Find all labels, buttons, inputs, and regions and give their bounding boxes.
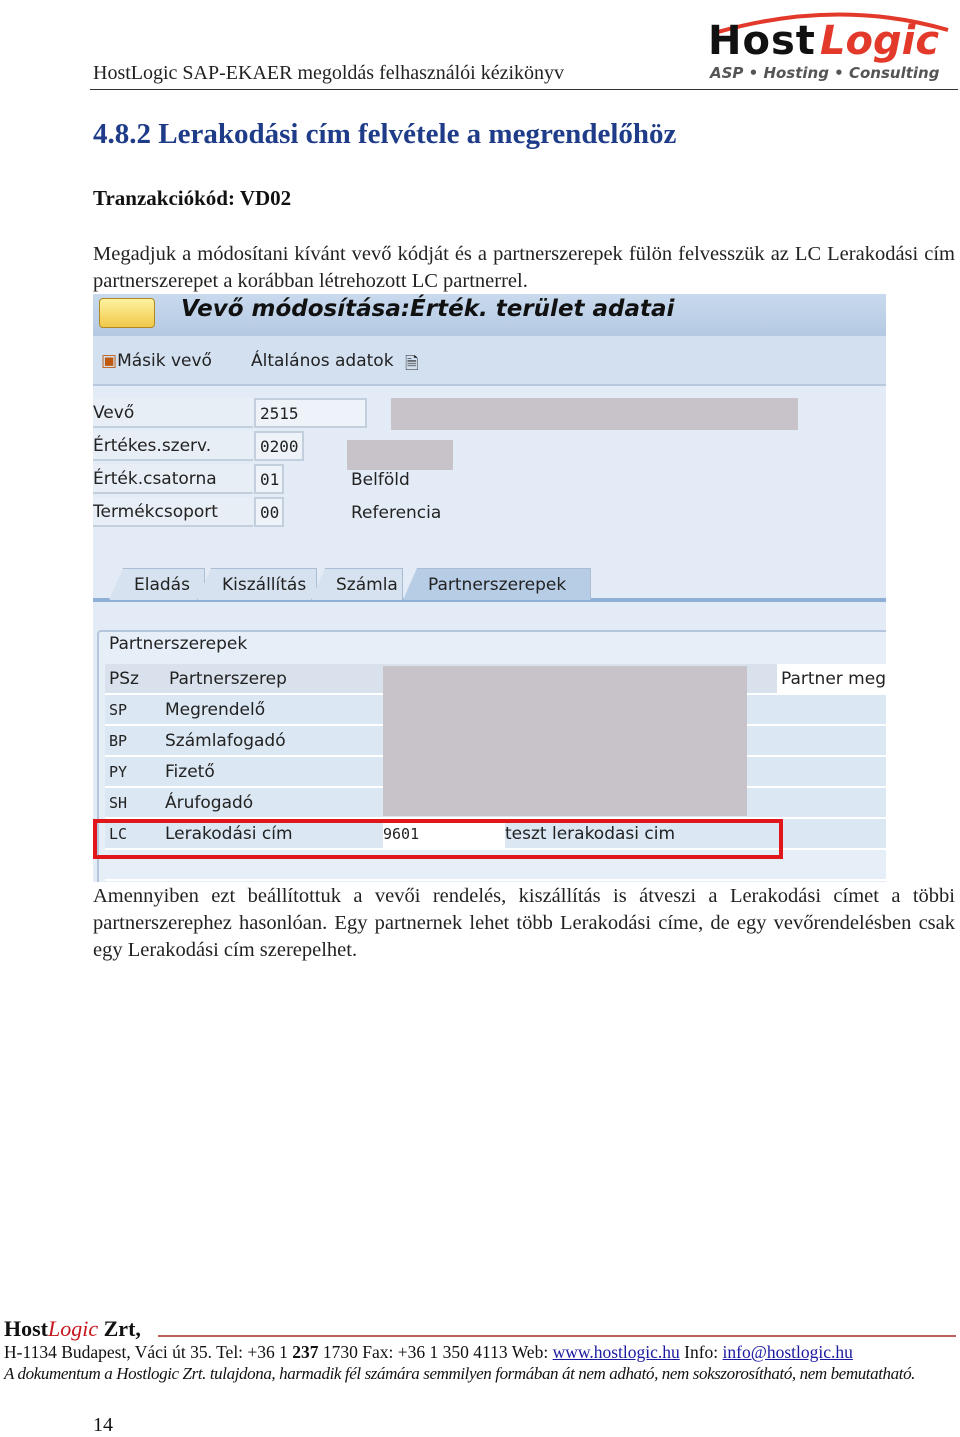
division-desc: Referencia	[351, 503, 442, 523]
sap-screen-title: Vevő módosítása:Érték. terület adatai	[181, 296, 675, 322]
field-label-division: Termékcsoport	[93, 497, 253, 527]
web-link[interactable]: www.hostlogic.hu	[553, 1342, 680, 1362]
hostlogic-logo: Host Logic ASP • Hosting • Consulting	[708, 4, 958, 86]
info-label: Info:	[679, 1342, 723, 1362]
col-header-role[interactable]: Partnerszerep	[169, 664, 287, 695]
cell-code: SP	[109, 701, 128, 719]
cell-code: BP	[109, 732, 128, 750]
redacted-sales-org	[347, 440, 453, 470]
field-label-customer: Vevő	[93, 398, 253, 428]
footer-notice: A dokumentum a Hostlogic Zrt. tulajdona,…	[4, 1364, 916, 1383]
field-label-sales-org: Értékes.szerv.	[93, 431, 253, 461]
address-part: H-1134 Budapest, Váci út 35. Tel: +36 1	[4, 1342, 293, 1362]
general-data-button[interactable]: Általános adatok	[251, 351, 394, 371]
company-host: Host	[4, 1316, 48, 1341]
other-customer-button[interactable]: ▣Másik vevő	[101, 351, 212, 371]
cell-code: SH	[109, 794, 128, 812]
cell-code: PY	[109, 763, 128, 781]
group-title: Partnerszerepek	[109, 634, 248, 654]
logo-logic: Logic	[820, 18, 940, 64]
logo-host: Host	[708, 18, 816, 64]
section-heading: 4.8.2 Lerakodási cím felvétele a megrend…	[93, 118, 677, 150]
intro-paragraph: Megadjuk a módosítani kívánt vevő kódját…	[93, 243, 955, 292]
redacted-partners	[383, 666, 747, 816]
sap-screenshot: Vevő módosítása:Érték. terület adatai ▣M…	[93, 294, 886, 882]
footer-address: H-1134 Budapest, Váci út 35. Tel: +36 1 …	[4, 1342, 853, 1363]
page-number: 14	[93, 1414, 113, 1436]
redacted-name	[391, 398, 798, 430]
col-header-psz[interactable]: PSz	[109, 664, 139, 695]
system-menu-icon	[99, 298, 155, 328]
sales-org-field[interactable]: 0200	[254, 431, 304, 461]
company-logic: Logic	[48, 1316, 99, 1341]
cell-role: Fizető	[165, 762, 215, 782]
switch-icon: ▣	[101, 351, 118, 371]
outro-paragraph: Amennyiben ezt beállítottuk a vevői rend…	[93, 885, 955, 961]
col-header-partner-desc[interactable]: Partner megr	[777, 664, 886, 695]
footer-divider	[158, 1335, 956, 1337]
division-field[interactable]: 00	[254, 497, 284, 527]
email-link[interactable]: info@hostlogic.hu	[723, 1342, 853, 1362]
tab-szamla[interactable]: Számla	[311, 568, 403, 600]
address-part: 1730 Fax: +36 1 350 4113 Web:	[318, 1342, 553, 1362]
header-divider	[90, 89, 958, 90]
cell-role: Megrendelő	[165, 700, 266, 720]
footer-company: HostLogic Zrt,	[4, 1316, 141, 1342]
cell-role: Árufogadó	[165, 793, 254, 813]
tab-eladas[interactable]: Eladás	[109, 568, 205, 600]
channel-field[interactable]: 01	[254, 464, 284, 494]
address-bold: 237	[292, 1342, 319, 1362]
highlight-box	[93, 819, 783, 859]
cell-role: Számlafogadó	[165, 731, 286, 751]
sap-toolbar: ▣Másik vevő Általános adatok 🗎	[93, 336, 886, 386]
tab-kiszallitas[interactable]: Kiszállítás	[197, 568, 317, 600]
sap-title-bar: Vevő módosítása:Érték. terület adatai	[93, 294, 886, 336]
document-title: HostLogic SAP-EKAER megoldás felhasználó…	[93, 62, 565, 84]
tab-partnerszerepek[interactable]: Partnerszerepek	[403, 568, 591, 600]
company-suffix: Zrt,	[98, 1316, 141, 1341]
channel-desc: Belföld	[351, 470, 410, 490]
transaction-code: Tranzakciókód: VD02	[93, 186, 292, 210]
logo-tagline: ASP • Hosting • Consulting	[710, 64, 940, 82]
field-label-channel: Érték.csatorna	[93, 464, 253, 494]
customer-field[interactable]: 2515	[254, 398, 367, 428]
tab-strip: Eladás Kiszállítás Számla Partnerszerepe…	[93, 566, 886, 602]
document-icon[interactable]: 🗎	[405, 351, 419, 380]
